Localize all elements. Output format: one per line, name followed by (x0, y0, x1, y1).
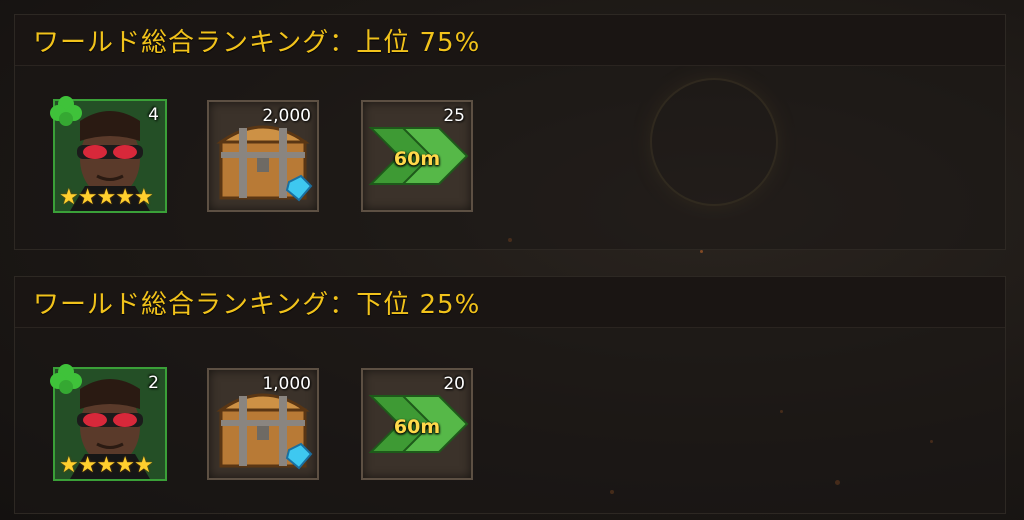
reward-chest-slot[interactable]: 2,000 (207, 100, 319, 212)
star-icon: ★ (96, 453, 117, 478)
reward-panel-top75: ワールド総合ランキング：上位 75% 4 ★ ★ ★ ★ ★ 2,000 25 … (14, 14, 1006, 250)
clover-icon (50, 364, 82, 394)
reward-hero-slot[interactable]: 4 ★ ★ ★ ★ ★ (50, 96, 167, 213)
star-rating: ★ ★ ★ ★ ★ (59, 185, 154, 210)
star-icon: ★ (77, 185, 98, 210)
speedup-count: 20 (443, 374, 465, 394)
speedup-duration-label: 60m (393, 416, 441, 438)
panel-title: ワールド総合ランキング：下位 25% (33, 289, 481, 320)
star-icon: ★ (133, 185, 154, 210)
star-icon: ★ (133, 453, 154, 478)
panel-header: ワールド総合ランキング：上位 75% (15, 15, 1005, 66)
star-icon: ★ (96, 185, 117, 210)
panel-header: ワールド総合ランキング：下位 25% (15, 277, 1005, 328)
star-rating: ★ ★ ★ ★ ★ (59, 453, 154, 478)
reward-speedup-slot[interactable]: 25 60m (361, 100, 473, 212)
reward-panel-bottom25: ワールド総合ランキング：下位 25% 2 ★ ★ ★ ★ ★ 1,000 20 … (14, 276, 1006, 514)
clover-icon (50, 96, 82, 126)
reward-chest-slot[interactable]: 1,000 (207, 368, 319, 480)
star-icon: ★ (115, 453, 135, 478)
speedup-duration-label: 60m (393, 148, 441, 170)
hero-count: 2 (148, 373, 159, 393)
speedup-count: 25 (443, 106, 465, 126)
ember-particle (700, 250, 703, 253)
star-icon: ★ (59, 185, 79, 210)
hero-count: 4 (148, 105, 159, 125)
chest-count: 1,000 (262, 374, 311, 394)
star-icon: ★ (77, 453, 98, 478)
chest-count: 2,000 (262, 106, 311, 126)
panel-title: ワールド総合ランキング：上位 75% (33, 27, 481, 58)
reward-hero-slot[interactable]: 2 ★ ★ ★ ★ ★ (50, 364, 167, 481)
reward-speedup-slot[interactable]: 20 60m (361, 368, 473, 480)
star-icon: ★ (115, 185, 135, 210)
star-icon: ★ (59, 453, 79, 478)
